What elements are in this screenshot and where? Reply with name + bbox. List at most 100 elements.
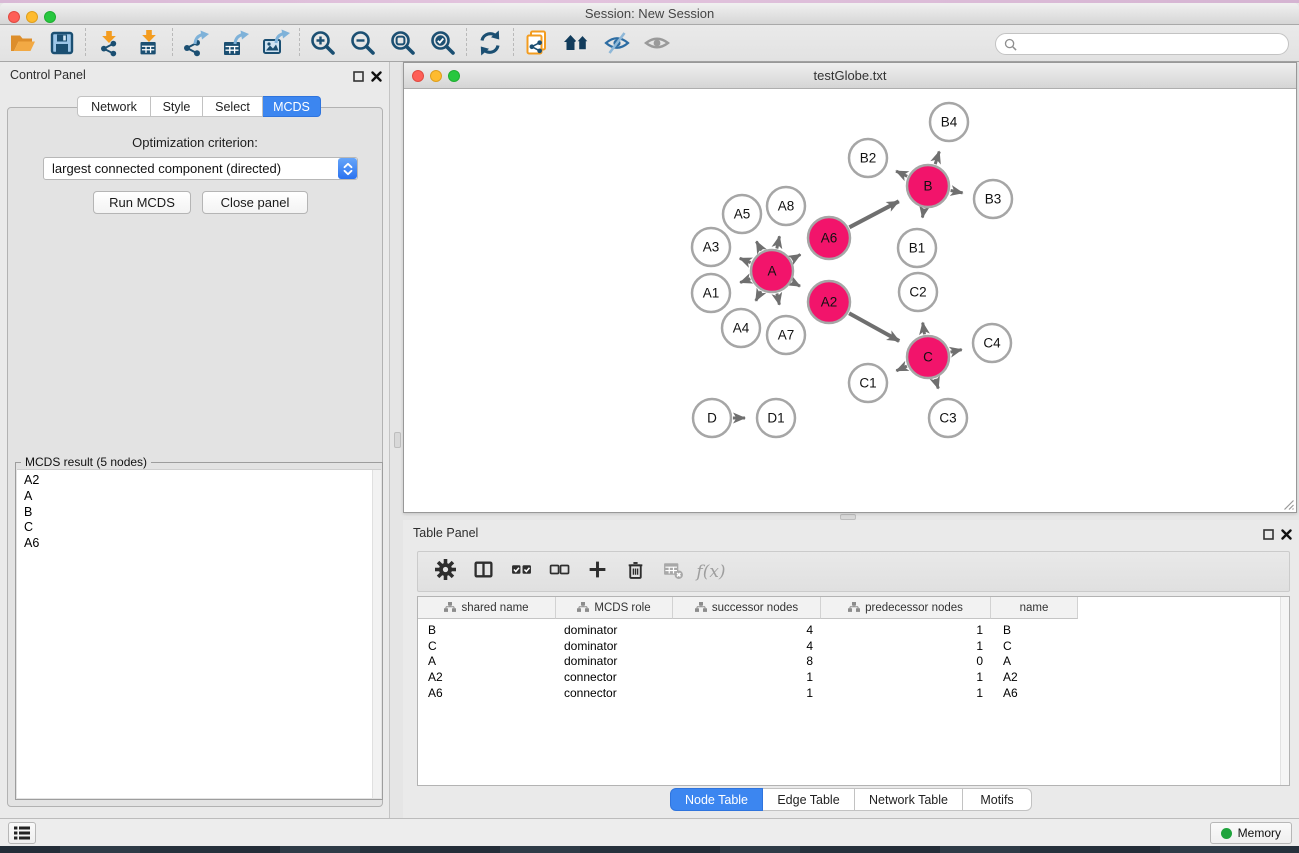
graph-node-B4[interactable]: B4 xyxy=(930,103,968,141)
table-close-panel-icon[interactable] xyxy=(1280,528,1293,541)
cell-predecessor-nodes[interactable]: 1 xyxy=(821,670,991,684)
graph-edge-C-C4[interactable] xyxy=(951,350,962,353)
delete-column-button[interactable] xyxy=(616,555,654,589)
table-options-gear-button[interactable] xyxy=(426,555,464,589)
cell-shared-name[interactable]: C xyxy=(418,639,556,653)
table-row[interactable]: Bdominator41B xyxy=(418,622,1289,638)
close-panel-button[interactable]: Close panel xyxy=(202,191,308,214)
mcds-result-item[interactable]: A2 xyxy=(17,473,381,489)
new-network-from-selection-button[interactable] xyxy=(517,27,557,59)
graph-edge-A-A1[interactable] xyxy=(740,279,750,283)
graph-node-B2[interactable]: B2 xyxy=(849,139,887,177)
table-row[interactable]: Adominator80A xyxy=(418,654,1289,670)
graph-node-A3[interactable]: A3 xyxy=(692,228,730,266)
graph-edge-B-B3[interactable] xyxy=(951,191,963,193)
cell-predecessor-nodes[interactable]: 1 xyxy=(821,639,991,653)
apply-layout-button[interactable] xyxy=(470,27,510,59)
table-row[interactable]: A2connector11A2 xyxy=(418,669,1289,685)
graph-node-A5[interactable]: A5 xyxy=(723,195,761,233)
graph-edge-B-B1[interactable] xyxy=(922,209,924,218)
table-row[interactable]: A6connector11A6 xyxy=(418,685,1289,701)
graph-node-A4[interactable]: A4 xyxy=(722,309,760,347)
cell-shared-name[interactable]: A2 xyxy=(418,670,556,684)
graph-node-D[interactable]: D xyxy=(693,399,731,437)
save-session-button[interactable] xyxy=(42,27,82,59)
create-column-button[interactable] xyxy=(578,555,616,589)
resize-grip-icon[interactable] xyxy=(1281,497,1295,511)
cell-shared-name[interactable]: A xyxy=(418,654,556,668)
cell-successor-nodes[interactable]: 8 xyxy=(673,654,821,668)
mcds-result-item[interactable]: A xyxy=(17,489,381,505)
memory-button[interactable]: Memory xyxy=(1210,822,1292,844)
table-scrollbar[interactable] xyxy=(1280,597,1289,785)
cell-name[interactable]: A6 xyxy=(991,686,1078,700)
cell-successor-nodes[interactable]: 4 xyxy=(673,623,821,637)
column-header-shared-name[interactable]: shared name xyxy=(418,597,556,619)
graph-node-C1[interactable]: C1 xyxy=(849,364,887,402)
table-tab-motifs[interactable]: Motifs xyxy=(963,788,1032,811)
graph-edge-C-C1[interactable] xyxy=(896,366,907,371)
graph-node-D1[interactable]: D1 xyxy=(757,399,795,437)
mcds-result-item[interactable]: B xyxy=(17,505,381,521)
graph-node-C3[interactable]: C3 xyxy=(929,399,967,437)
export-table-button[interactable] xyxy=(216,27,256,59)
graph-edge-A-A6[interactable] xyxy=(792,255,801,260)
run-mcds-button[interactable]: Run MCDS xyxy=(93,191,191,214)
first-neighbors-button[interactable] xyxy=(557,27,597,59)
vertical-splitter-grip[interactable] xyxy=(394,432,401,448)
open-file-button[interactable] xyxy=(2,27,42,59)
graph-edge-A6-B[interactable] xyxy=(849,201,898,227)
mcds-list-scrollbar[interactable] xyxy=(372,470,381,798)
tab-style[interactable]: Style xyxy=(151,96,203,117)
graph-edge-B-B2[interactable] xyxy=(896,171,907,176)
criterion-dropdown[interactable]: largest connected component (directed) xyxy=(43,157,358,180)
graph-node-A2[interactable]: A2 xyxy=(808,281,850,323)
graph-edge-A2-C[interactable] xyxy=(849,313,899,341)
cell-name[interactable]: A xyxy=(991,654,1078,668)
graph-node-B[interactable]: B xyxy=(907,165,949,207)
zoom-selected-button[interactable] xyxy=(423,27,463,59)
close-panel-icon[interactable] xyxy=(370,70,383,83)
search-input[interactable] xyxy=(1022,35,1278,53)
export-image-button[interactable] xyxy=(256,27,296,59)
graph-node-A8[interactable]: A8 xyxy=(767,187,805,225)
column-header-predecessor-nodes[interactable]: predecessor nodes xyxy=(821,597,991,619)
graph-edge-C-C2[interactable] xyxy=(923,323,925,335)
graph-node-B3[interactable]: B3 xyxy=(974,180,1012,218)
graph-node-A1[interactable]: A1 xyxy=(692,274,730,312)
graph-edge-A-A2[interactable] xyxy=(792,282,800,286)
table-float-panel-icon[interactable] xyxy=(1262,528,1275,541)
tab-mcds[interactable]: MCDS xyxy=(263,96,321,117)
graph-edge-A-A5[interactable] xyxy=(756,241,761,250)
import-network-button[interactable] xyxy=(89,27,129,59)
mcds-result-item[interactable]: C xyxy=(17,520,381,536)
cell-successor-nodes[interactable]: 1 xyxy=(673,670,821,684)
hide-selected-button[interactable] xyxy=(597,27,637,59)
show-columns-button[interactable] xyxy=(464,555,502,589)
table-row[interactable]: Cdominator41C xyxy=(418,638,1289,654)
cell-predecessor-nodes[interactable]: 0 xyxy=(821,654,991,668)
graph-node-A6[interactable]: A6 xyxy=(808,217,850,259)
graph-node-C4[interactable]: C4 xyxy=(973,324,1011,362)
tab-network[interactable]: Network xyxy=(77,96,151,117)
zoom-fit-button[interactable] xyxy=(383,27,423,59)
tab-select[interactable]: Select xyxy=(203,96,263,117)
zoom-out-button[interactable] xyxy=(343,27,383,59)
cell-mcds-role[interactable]: connector xyxy=(556,670,673,684)
column-header-successor-nodes[interactable]: successor nodes xyxy=(673,597,821,619)
mcds-result-item[interactable]: A6 xyxy=(17,536,381,552)
cell-mcds-role[interactable]: dominator xyxy=(556,639,673,653)
cell-name[interactable]: B xyxy=(991,623,1078,637)
float-panel-icon[interactable] xyxy=(352,70,365,83)
graph-node-C2[interactable]: C2 xyxy=(899,273,937,311)
graph-node-C[interactable]: C xyxy=(907,336,949,378)
table-tab-edge-table[interactable]: Edge Table xyxy=(763,788,855,811)
graph-edge-B-B4[interactable] xyxy=(935,152,939,165)
column-header-name[interactable]: name xyxy=(991,597,1078,619)
graph-edge-A-A4[interactable] xyxy=(756,291,761,301)
graph-node-B1[interactable]: B1 xyxy=(898,229,936,267)
graph-edge-A-A7[interactable] xyxy=(777,294,780,305)
task-history-button[interactable] xyxy=(8,822,36,844)
cell-successor-nodes[interactable]: 1 xyxy=(673,686,821,700)
cell-mcds-role[interactable]: dominator xyxy=(556,654,673,668)
